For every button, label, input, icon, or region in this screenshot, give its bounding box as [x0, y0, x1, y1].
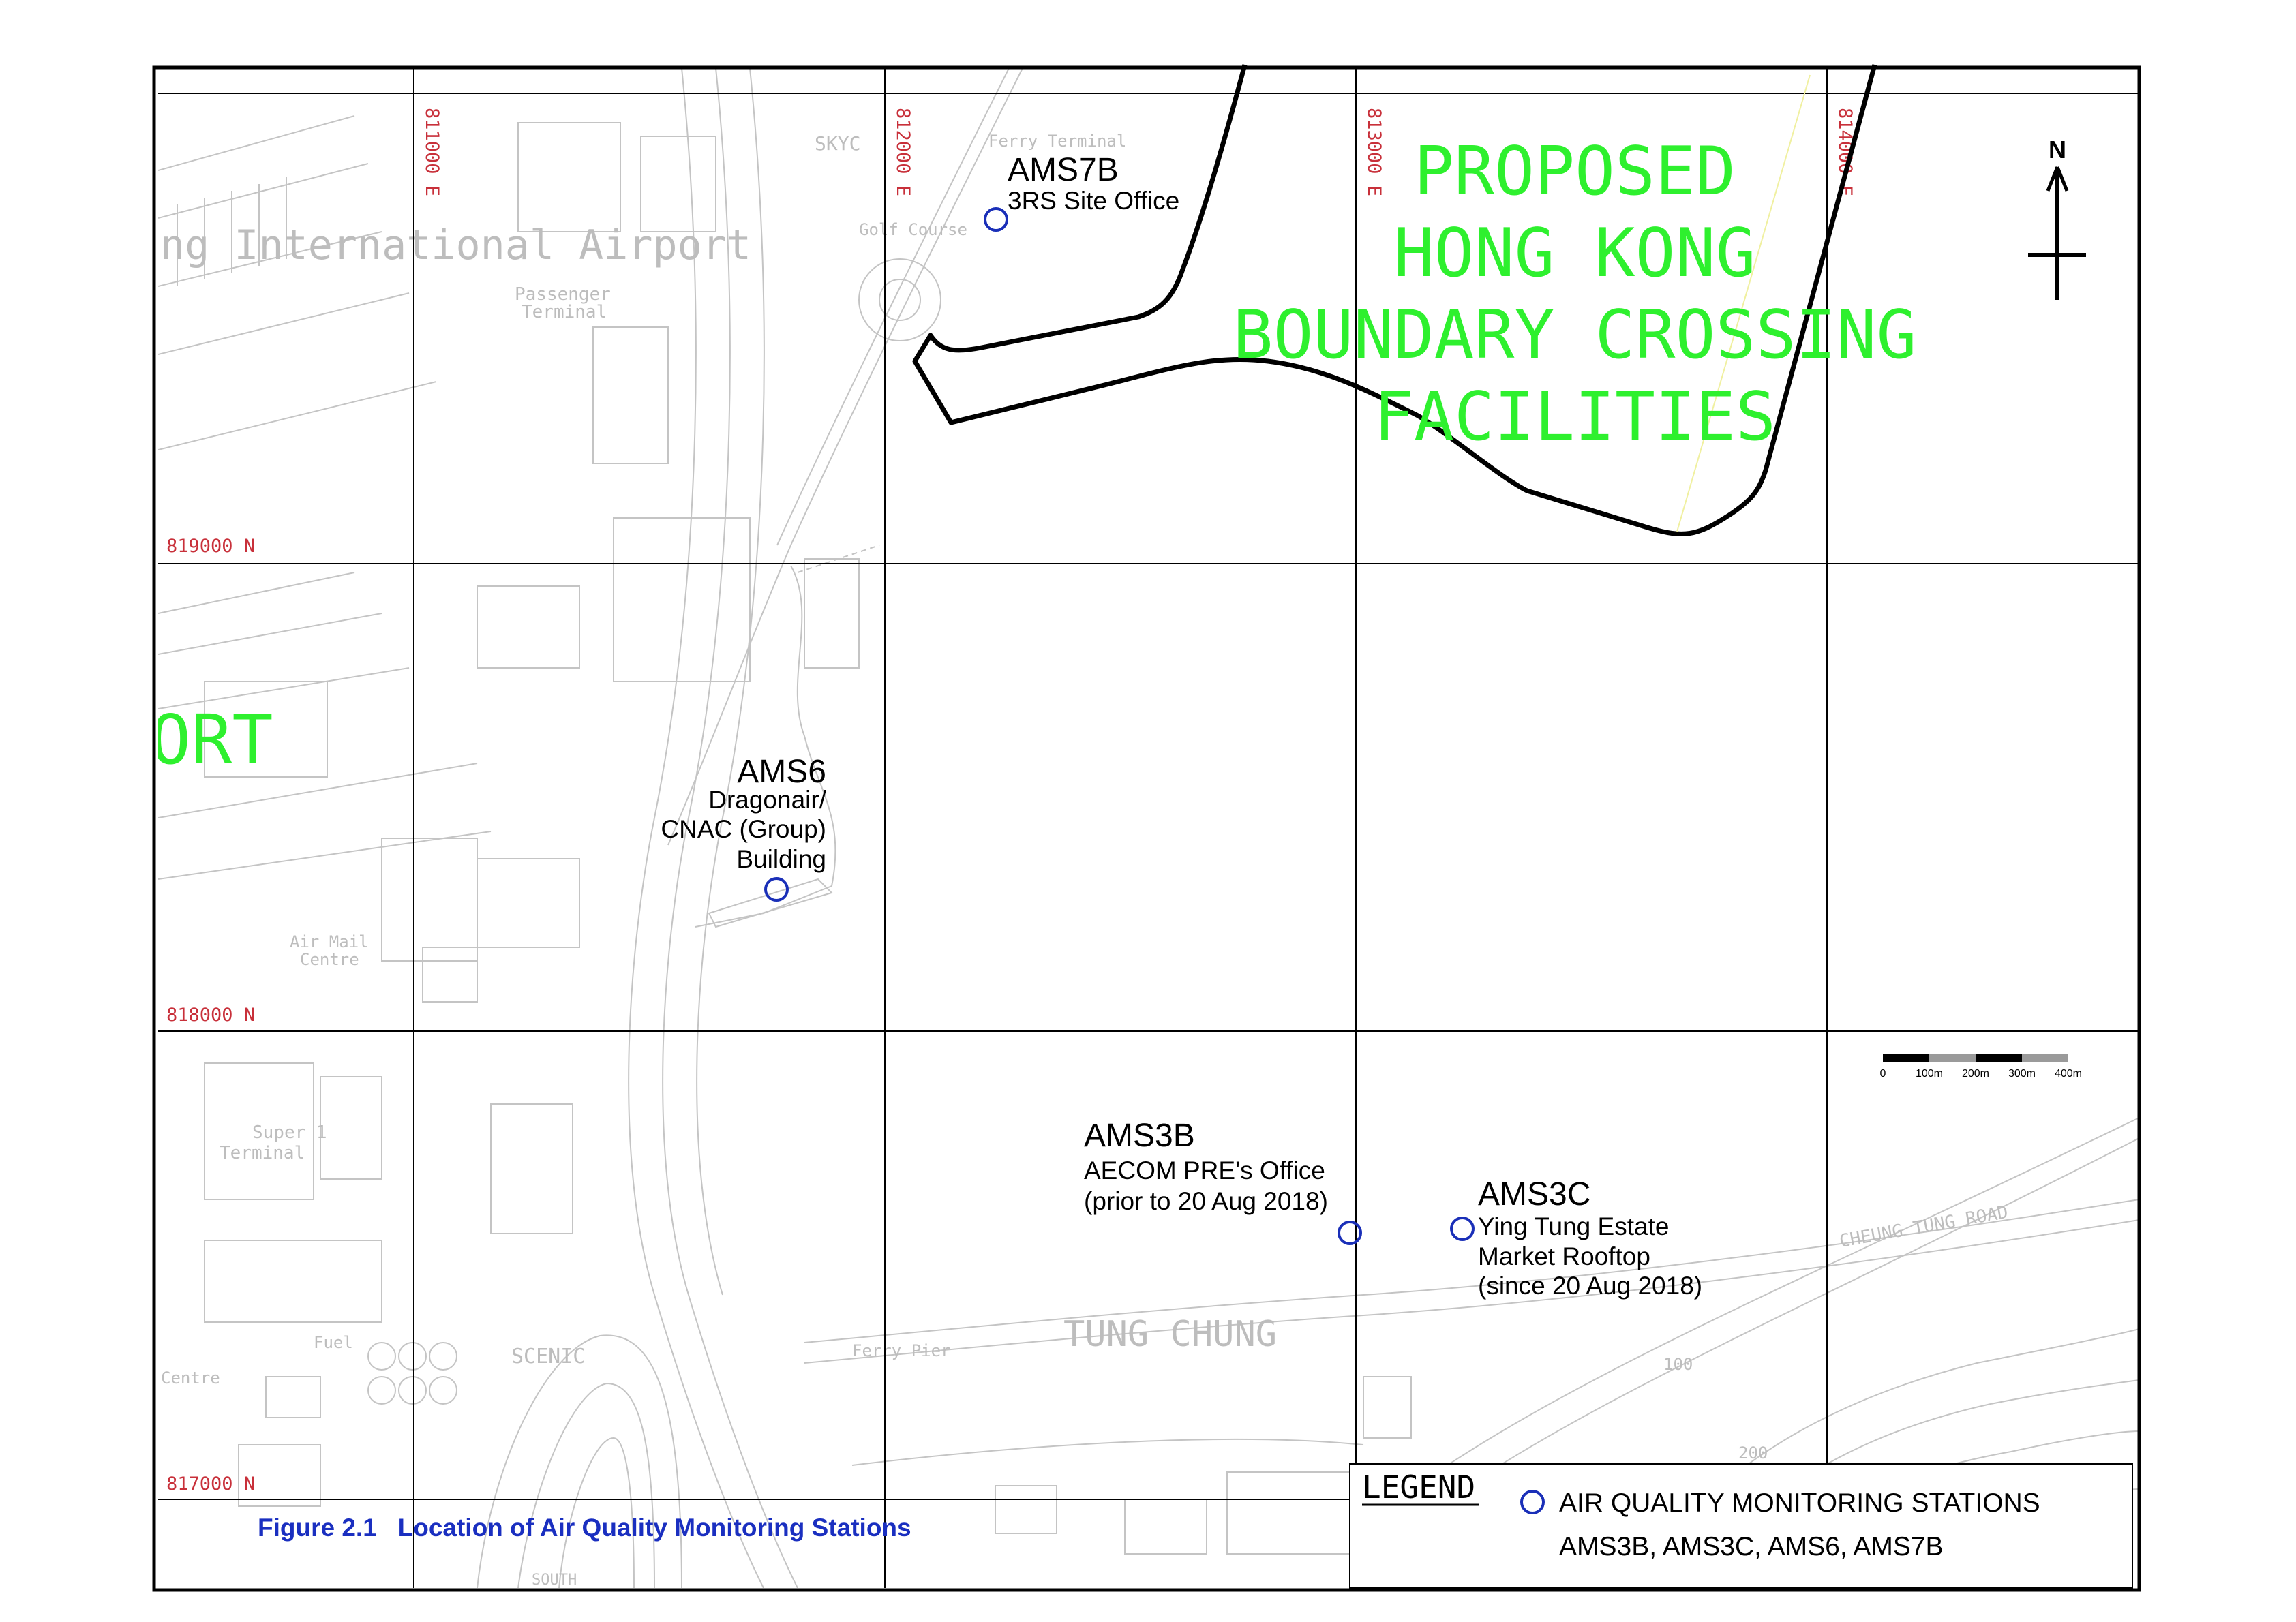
station-description: Market Rooftop — [1478, 1242, 1650, 1270]
ferry-terminal-label: Ferry Terminal — [988, 132, 1126, 151]
station-name: AMS7B — [1008, 152, 1119, 188]
scale-label: 0 — [1880, 1068, 1886, 1080]
passenger-terminal-label-2: Terminal — [522, 302, 607, 322]
super-terminal-label-2: Terminal — [220, 1143, 305, 1163]
north-arrow-label: N — [2049, 136, 2066, 164]
golf-label: Golf Course — [859, 220, 967, 239]
sky-city-label: SKYC — [815, 132, 860, 155]
station-description: 3RS Site Office — [1008, 187, 1179, 215]
south-label: SOUTH — [532, 1572, 577, 1589]
station-marker[interactable] — [1338, 1221, 1362, 1245]
north-arrow: N — [2028, 136, 2086, 300]
easting-label: 812000 E — [892, 108, 913, 196]
northing-label: 818000 N — [166, 1005, 255, 1026]
station-description: Dragonair/ — [708, 786, 826, 814]
scale-label: 200m — [1962, 1068, 1989, 1080]
station-marker[interactable] — [1450, 1216, 1475, 1241]
station-description: AECOM PRE's Office — [1084, 1157, 1325, 1184]
figure-caption: Figure 2.1 Location of Air Quality Monit… — [258, 1514, 911, 1542]
proposed-line-4: FACILITIES — [1374, 378, 1776, 456]
proposed-line-1: PROPOSED — [1414, 133, 1736, 211]
map-canvas: ORT ng International Airport Passenger T… — [150, 64, 2141, 1592]
legend-item-label: AIR QUALITY MONITORING STATIONS — [1559, 1488, 2040, 1518]
station-description: Ying Tung Estate — [1478, 1212, 1669, 1240]
scale-bar: 0 100m 200m 300m 400m — [1880, 1054, 2082, 1080]
station-description: (prior to 20 Aug 2018) — [1084, 1187, 1328, 1215]
station-ams7b[interactable]: AMS7B 3RS Site Office — [984, 152, 1179, 232]
intl-airport-label: ng International Airport — [160, 221, 751, 269]
legend: LEGEND AIR QUALITY MONITORING STATIONS A… — [1349, 1463, 2133, 1589]
station-description: CNAC (Group) — [661, 815, 826, 843]
scenic-label: SCENIC — [511, 1345, 585, 1368]
station-name: AMS6 — [737, 754, 826, 790]
spot-height-100: 100 — [1663, 1355, 1693, 1374]
northing-label: 817000 N — [166, 1473, 255, 1495]
station-ams3c[interactable]: AMS3C Ying Tung Estate Market Rooftop (s… — [1450, 1176, 1702, 1300]
station-description: (since 20 Aug 2018) — [1478, 1272, 1702, 1300]
station-name: AMS3C — [1478, 1176, 1590, 1212]
easting-label: 813000 E — [1363, 108, 1385, 196]
legend-title: LEGEND — [1362, 1469, 1475, 1505]
station-ams3b[interactable]: AMS3B AECOM PRE's Office (prior to 20 Au… — [1084, 1118, 1362, 1245]
airport-label-fragment: ORT — [150, 700, 273, 780]
air-mail-label: Air Mail — [290, 932, 369, 951]
centre-label: Centre — [161, 1368, 220, 1388]
legend-item-stations: AMS3B, AMS3C, AMS6, AMS7B — [1559, 1532, 1944, 1561]
fuel-label: Fuel — [314, 1333, 353, 1352]
station-name: AMS3B — [1084, 1118, 1195, 1154]
tung-chung-label: TUNG CHUNG — [1063, 1314, 1277, 1355]
scale-label: 400m — [2055, 1068, 2082, 1080]
station-description: Building — [736, 845, 826, 873]
proposed-line-3: BOUNDARY CROSSING — [1233, 296, 1916, 374]
super-terminal-label: Super 1 — [252, 1122, 327, 1143]
spot-height-200: 200 — [1738, 1443, 1768, 1463]
scale-label: 100m — [1916, 1068, 1943, 1080]
station-ams6[interactable]: AMS6 Dragonair/ CNAC (Group) Building — [661, 754, 827, 902]
northing-label: 819000 N — [166, 536, 255, 557]
station-marker[interactable] — [984, 207, 1008, 232]
easting-label: 811000 E — [421, 108, 442, 196]
ferry-pier-label: Ferry Pier — [852, 1341, 951, 1360]
proposed-line-2: HONG KONG — [1393, 215, 1755, 292]
scale-label: 300m — [2008, 1068, 2036, 1080]
air-mail-label-2: Centre — [300, 950, 359, 969]
